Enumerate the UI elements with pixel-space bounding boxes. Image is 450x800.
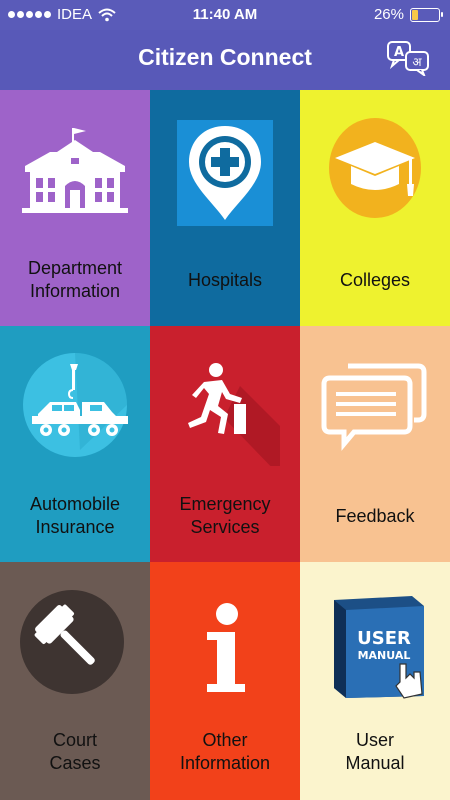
graduation-cap-icon xyxy=(329,118,421,218)
tile-label: User Manual xyxy=(345,730,405,773)
tile-court-cases[interactable]: Court Cases xyxy=(0,562,150,800)
tile-department-information[interactable]: Department Information xyxy=(0,90,150,326)
tile-label: Hospitals xyxy=(187,269,263,290)
info-icon xyxy=(207,603,245,692)
tile-automobile-insurance[interactable]: Automobile Insurance xyxy=(0,326,150,562)
battery-icon xyxy=(410,7,443,22)
svg-text:A: A xyxy=(394,45,404,60)
tile-emergency-services[interactable]: Emergency Services xyxy=(150,326,300,562)
government-building-icon xyxy=(22,128,128,213)
tile-label: Colleges xyxy=(339,269,411,290)
tile-label: Court Cases xyxy=(49,730,101,773)
gavel-icon xyxy=(20,590,124,694)
app-header: Citizen Connect A अ xyxy=(0,30,450,90)
translate-icon[interactable]: A अ xyxy=(386,40,432,78)
user-manual-book-icon: USER MANUAL xyxy=(320,592,430,702)
tow-truck-icon xyxy=(23,353,128,457)
battery-status: 26% xyxy=(373,6,443,23)
tile-hospitals[interactable]: Hospitals xyxy=(150,90,300,326)
status-bar: IDEA 11:40 AM 26% xyxy=(0,0,450,30)
battery-percent: 26% xyxy=(373,6,404,23)
tile-label: Department Information xyxy=(27,258,123,301)
services-grid: Department Information Hospitals College… xyxy=(0,90,450,800)
book-title-line2: MANUAL xyxy=(358,649,411,662)
svg-text:अ: अ xyxy=(412,55,422,69)
hospital-pin-icon xyxy=(177,120,273,226)
tile-feedback[interactable]: Feedback xyxy=(300,326,450,562)
tile-label: Emergency Services xyxy=(179,494,271,537)
tile-label: Other Information xyxy=(179,730,271,773)
book-title-line1: USER xyxy=(357,628,411,649)
chat-bubbles-icon xyxy=(321,363,427,451)
app-title: Citizen Connect xyxy=(138,44,312,70)
tile-label: Automobile Insurance xyxy=(29,494,121,537)
tile-label: Feedback xyxy=(335,505,415,526)
tile-other-information[interactable]: Other Information xyxy=(150,562,300,800)
tile-colleges[interactable]: Colleges xyxy=(300,90,450,326)
emergency-exit-icon xyxy=(188,363,280,466)
tile-user-manual[interactable]: USER MANUAL User Manual xyxy=(300,562,450,800)
